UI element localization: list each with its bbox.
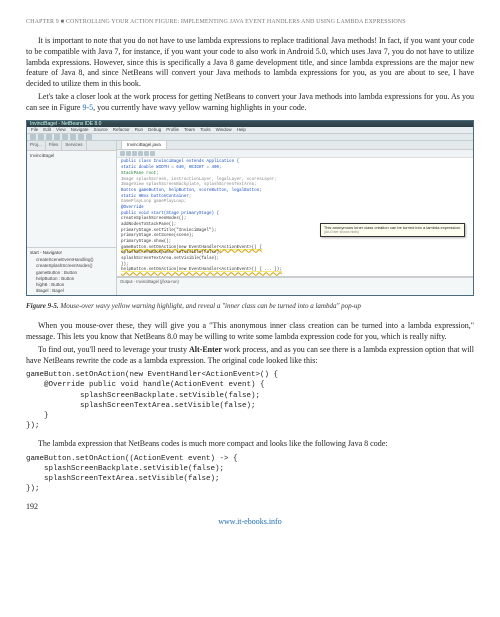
code-block-1: gameButton.setOnAction(new EventHandler<…: [26, 370, 474, 431]
paragraph-3: When you mouse-over these, they will giv…: [26, 321, 474, 343]
toolbar-icon[interactable]: [70, 134, 76, 140]
figure-9-5-screenshot: InvinciBagel - NetBeans IDE 8.0 File Edi…: [26, 120, 474, 296]
tree-root[interactable]: InvinciBagel: [30, 153, 113, 159]
navigator-panel: start - Navigator createSceneEventHandli…: [27, 247, 116, 295]
menu-file[interactable]: File: [31, 127, 38, 133]
code-block-2: gameButton.setOnAction((ActionEvent even…: [26, 454, 474, 495]
projects-tab[interactable]: Proj...: [27, 141, 46, 149]
toolbar-icon[interactable]: [30, 134, 36, 140]
menu-debug[interactable]: Debug: [148, 127, 161, 133]
figure-caption-text: Mouse-over wavy yellow warning highlight…: [59, 302, 361, 310]
menu-tools[interactable]: Tools: [200, 127, 211, 133]
editor-toolbar-icon[interactable]: [120, 151, 125, 156]
project-tree[interactable]: InvinciBagel: [27, 151, 116, 247]
paragraph-2: Let's take a closer look at the work pro…: [26, 92, 474, 114]
editor-toolbar-icon[interactable]: [132, 151, 137, 156]
status-bar: 54:75 INS: [27, 295, 473, 296]
menu-source[interactable]: Source: [93, 127, 107, 133]
hint-tooltip: This anonymous inner class creation can …: [320, 223, 465, 237]
toolbar-icon[interactable]: [62, 134, 68, 140]
paragraph-5: The lambda expression that NetBeans code…: [26, 439, 474, 450]
paragraph-4: To find out, you'll need to leverage you…: [26, 345, 474, 367]
menu-window[interactable]: Window: [216, 127, 232, 133]
paragraph-1: It is important to note that you do not …: [26, 36, 474, 90]
output-panel: Output - InvinciBagel (jfxsa-run): [117, 277, 473, 295]
keyboard-shortcut: Alt-Enter: [189, 345, 222, 354]
toolbar-icon[interactable]: [78, 134, 84, 140]
para4-text-a: To find out, you'll need to leverage you…: [38, 345, 189, 354]
para2-text-b: , you currently have wavy yellow warning…: [93, 103, 306, 112]
menu-refactor[interactable]: Refactor: [113, 127, 130, 133]
output-tab-label[interactable]: Output - InvinciBagel (jfxsa-run): [120, 279, 179, 284]
main-toolbar: [27, 134, 473, 141]
chapter-heading: CHAPTER 9 ■ CONTROLLING YOUR ACTION FIGU…: [26, 18, 474, 26]
menu-edit[interactable]: Edit: [43, 127, 51, 133]
toolbar-icon[interactable]: [46, 134, 52, 140]
tooltip-subtext: (Alt-Enter shows hints): [324, 230, 461, 235]
figure-ref-link[interactable]: 9-5: [82, 103, 93, 112]
services-tab[interactable]: Services: [62, 141, 86, 149]
menu-profile[interactable]: Profile: [166, 127, 179, 133]
figure-caption: Figure 9-5. Mouse-over wavy yellow warni…: [26, 302, 474, 311]
nav-item[interactable]: legalButton : Button: [30, 295, 113, 296]
footer-link[interactable]: www.it-ebooks.info: [26, 517, 474, 528]
editor-toolbar-icon[interactable]: [126, 151, 131, 156]
code-line-warning: helpButton.setOnAction(new EventHandler<…: [121, 268, 469, 274]
page-number: 192: [26, 502, 474, 513]
editor-toolbar: [117, 150, 473, 158]
window-titlebar: InvinciBagel - NetBeans IDE 8.0: [27, 121, 473, 128]
menu-run[interactable]: Run: [135, 127, 143, 133]
menu-navigate[interactable]: Navigate: [71, 127, 89, 133]
toolbar-icon[interactable]: [54, 134, 60, 140]
window-title: InvinciBagel - NetBeans IDE 8.0: [30, 121, 101, 128]
navigator-tree[interactable]: createSceneEventHandling() createSplashS…: [30, 256, 113, 296]
files-tab[interactable]: Files: [46, 141, 63, 149]
editor-toolbar-icon[interactable]: [138, 151, 143, 156]
menu-help[interactable]: Help: [237, 127, 246, 133]
menu-team[interactable]: Team: [184, 127, 195, 133]
editor-toolbar-icon[interactable]: [150, 151, 155, 156]
menu-view[interactable]: View: [56, 127, 66, 133]
toolbar-icon[interactable]: [86, 134, 92, 140]
figure-number: Figure 9-5.: [26, 302, 59, 310]
menu-bar: File Edit View Navigate Source Refactor …: [27, 127, 473, 134]
toolbar-icon[interactable]: [38, 134, 44, 140]
editor-tab[interactable]: InvinciBagel.java: [121, 140, 167, 149]
editor-toolbar-icon[interactable]: [144, 151, 149, 156]
code-editor[interactable]: public class InvinciBagel extends Applic…: [117, 158, 473, 276]
projects-panel: Proj... Files Services InvinciBagel star…: [27, 141, 117, 294]
